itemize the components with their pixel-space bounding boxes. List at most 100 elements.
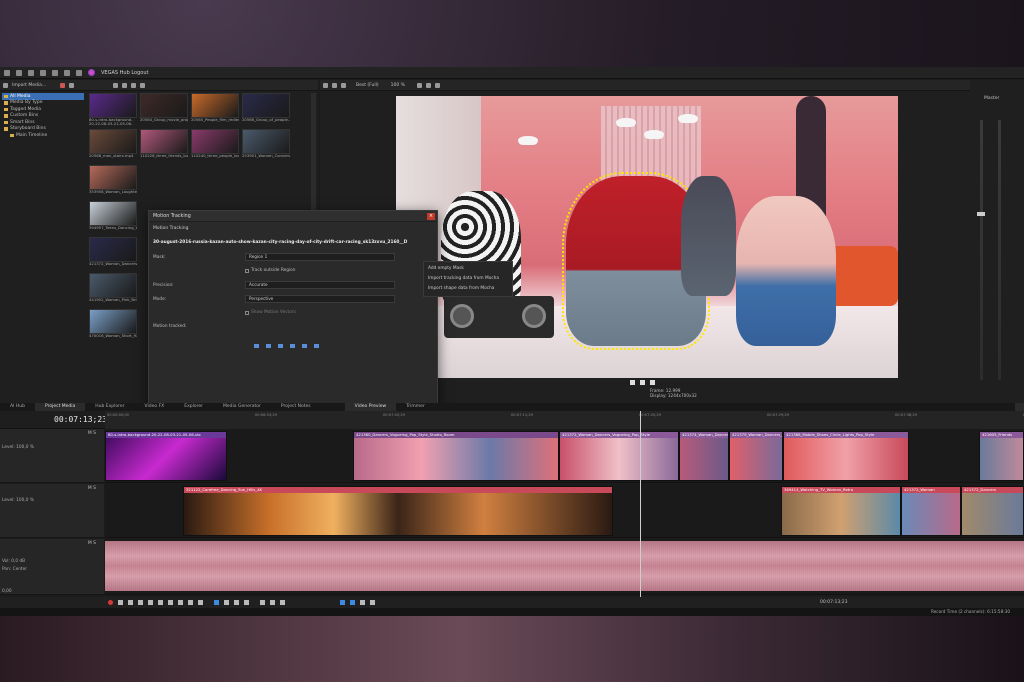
media-thumbnail[interactable]: 421372_Woman_Dancers_Vogueing_Pop_Style_…	[89, 237, 137, 271]
tab-trimmer[interactable]: Trimmer	[396, 403, 435, 411]
bin-item[interactable]: Main Timeline	[2, 132, 84, 139]
preview-pause-icon[interactable]	[640, 380, 645, 385]
save-icon[interactable]	[28, 69, 34, 76]
menu-item-add-mask[interactable]: Add empty Mask	[424, 264, 512, 274]
timeline-clip[interactable]: 421605_Friends	[979, 431, 1024, 481]
audio-pan[interactable]: Pan: Center	[2, 567, 27, 572]
go-end-icon[interactable]	[178, 600, 183, 605]
open-icon[interactable]	[16, 69, 22, 76]
mute-solo-buttons[interactable]: M S	[88, 431, 96, 436]
preview-video-frame[interactable]	[396, 96, 898, 378]
next-frame-icon[interactable]	[198, 600, 203, 605]
tab-video-preview[interactable]: Video Preview	[344, 403, 397, 411]
media-thumbnail[interactable]: 110240_three_people_looking_straight_in_…	[191, 129, 239, 163]
track-settings-icon[interactable]	[314, 344, 319, 348]
stop-icon[interactable]	[158, 600, 163, 605]
snapping-icon[interactable]	[340, 600, 345, 605]
tab-hub-explorer[interactable]: Hub Explorer	[85, 403, 134, 411]
preview-play-icon[interactable]	[630, 380, 635, 385]
thumbnail-image[interactable]	[89, 165, 137, 190]
track-backward-icon[interactable]	[254, 344, 259, 348]
media-thumbnail[interactable]: 110226_three_friends_looking_at_a_laptop…	[140, 129, 188, 163]
split-icon[interactable]	[260, 600, 265, 605]
checkbox-box[interactable]	[245, 310, 249, 315]
history-icon[interactable]	[76, 69, 82, 76]
settings-icon[interactable]	[40, 69, 46, 76]
thumbnail-image[interactable]	[191, 93, 239, 118]
play-icon[interactable]	[138, 600, 143, 605]
remove-icon[interactable]	[69, 82, 75, 88]
lock-envelopes-icon[interactable]	[360, 600, 365, 605]
master-fader[interactable]	[977, 212, 985, 216]
thumbnail-image[interactable]	[89, 129, 137, 154]
audio-track-header[interactable]: M S Vol: 0,0 dB Pan: Center 0,00	[0, 539, 104, 595]
media-thumbnail[interactable]: 470016_Woman_Short_Hair_Earring_Blue_Dre…	[89, 309, 137, 343]
timeline-clip[interactable]: 421372_Woman_Dancers_Vogueing_Pop_Style	[559, 431, 679, 481]
media-thumbnail[interactable]: 253951_Women_Conversation_Bar_Alcohol_4K…	[242, 129, 290, 163]
mask-dropdown[interactable]: Region 1	[245, 253, 395, 261]
tab-project-media[interactable]: Project Media	[34, 403, 86, 411]
timeline-playhead[interactable]	[640, 411, 641, 616]
close-icon[interactable]: ×	[427, 213, 435, 220]
thumbnail-image[interactable]	[89, 273, 137, 298]
menu-item-import-tracking[interactable]: Import tracking data from Mocha	[424, 274, 512, 284]
timeline-clip[interactable]: 421379_Woman_Dancers_Vo	[729, 431, 783, 481]
record-icon[interactable]	[108, 600, 113, 605]
selection-tool-icon[interactable]	[234, 600, 239, 605]
media-thumbnail[interactable]: 20565_People_film_rediector.mp4	[191, 93, 239, 127]
play-icon[interactable]	[113, 82, 119, 88]
thumbnail-image[interactable]	[89, 93, 137, 118]
thumbnail-image[interactable]	[140, 129, 188, 154]
precision-dropdown[interactable]: Accurate	[245, 281, 395, 289]
track-step-back-icon[interactable]	[266, 344, 271, 348]
quality-dropdown[interactable]: Best (Full)	[356, 83, 379, 88]
video-track-2-header[interactable]: M S Level: 100,0 %	[0, 484, 104, 538]
thumbnail-image[interactable]	[89, 237, 137, 262]
split-screen-icon[interactable]	[332, 82, 337, 88]
media-thumbnail[interactable]: 441902_Woman_Pink_Bride_Yellow_Jacket_Sm…	[89, 273, 137, 307]
thumbnail-image[interactable]	[191, 129, 239, 154]
rate-value[interactable]: 0,00	[2, 589, 12, 594]
mute-solo-buttons[interactable]: M S	[88, 541, 96, 546]
media-thumbnail[interactable]: 20564_Group_movie_projector.mp4	[140, 93, 188, 127]
envelope-tool-icon[interactable]	[224, 600, 229, 605]
track-step-forward-icon[interactable]	[278, 344, 283, 348]
thumbnail-image[interactable]	[140, 93, 188, 118]
timeline-clip[interactable]: 421360_Dancers_Vogueing_Pop_Style_Studio…	[353, 431, 559, 481]
tab-master-bus[interactable]: Master Bus	[1014, 403, 1024, 411]
thumbnail-image[interactable]	[242, 93, 290, 118]
timeline-clip[interactable]: 321122_Carefree_Dancing_Sun_Hills_4K	[183, 486, 613, 536]
go-start-icon[interactable]	[168, 600, 173, 605]
timeline-clip[interactable]: 421372_Woman	[901, 486, 961, 536]
play-from-start-icon[interactable]	[128, 600, 133, 605]
media-thumbnail[interactable]: 80-s-intro-background-20-22-08-03-21-05-…	[89, 93, 137, 127]
audio-track-lane[interactable]	[105, 539, 1024, 595]
tab-explorer[interactable]: Explorer	[174, 403, 213, 411]
timeline-clip[interactable]: 421374_Woman_Dancers	[679, 431, 729, 481]
zoom-dropdown[interactable]: 100 %	[391, 83, 405, 88]
tab-ai-hub[interactable]: AI Hub	[0, 403, 35, 411]
search-icon[interactable]	[140, 82, 146, 88]
grid-icon[interactable]	[434, 82, 440, 88]
media-thumbnail[interactable]: 20568_man_stairs.mp4	[89, 129, 137, 163]
zoom-tool-icon[interactable]	[244, 600, 249, 605]
hub-logout-link[interactable]: VEGAS Hub Logout	[101, 70, 148, 76]
track-all-icon[interactable]	[302, 344, 307, 348]
undo-icon[interactable]	[52, 69, 58, 76]
import-media-button[interactable]: Import Media...	[12, 83, 46, 88]
save-snapshot-icon[interactable]	[425, 82, 431, 88]
audio-waveform[interactable]	[105, 541, 1024, 591]
tab-project-notes[interactable]: Project Notes	[271, 403, 321, 411]
checkbox-box[interactable]	[245, 268, 249, 273]
track-1-level[interactable]: Level: 100,0 %	[2, 445, 34, 450]
new-file-icon[interactable]	[4, 69, 10, 76]
thumbnail-image[interactable]	[89, 201, 137, 226]
prev-frame-icon[interactable]	[188, 600, 193, 605]
video-track-1-lane[interactable]: 80-s-intro-background-20-22-08-03-21-05-…	[105, 429, 1024, 483]
video-track-1-header[interactable]: M S Level: 100,0 %	[0, 429, 104, 483]
ignore-grouping-icon[interactable]	[370, 600, 375, 605]
timeline-clip[interactable]: 421386_Mobile_Shoes_Circle_Lights_Pop_St…	[783, 431, 909, 481]
media-thumbnail[interactable]: 353958_Woman_Laughter_Bonding_Conversati…	[89, 165, 137, 199]
copy-snapshot-icon[interactable]	[416, 82, 422, 88]
auto-ripple-icon[interactable]	[350, 600, 355, 605]
